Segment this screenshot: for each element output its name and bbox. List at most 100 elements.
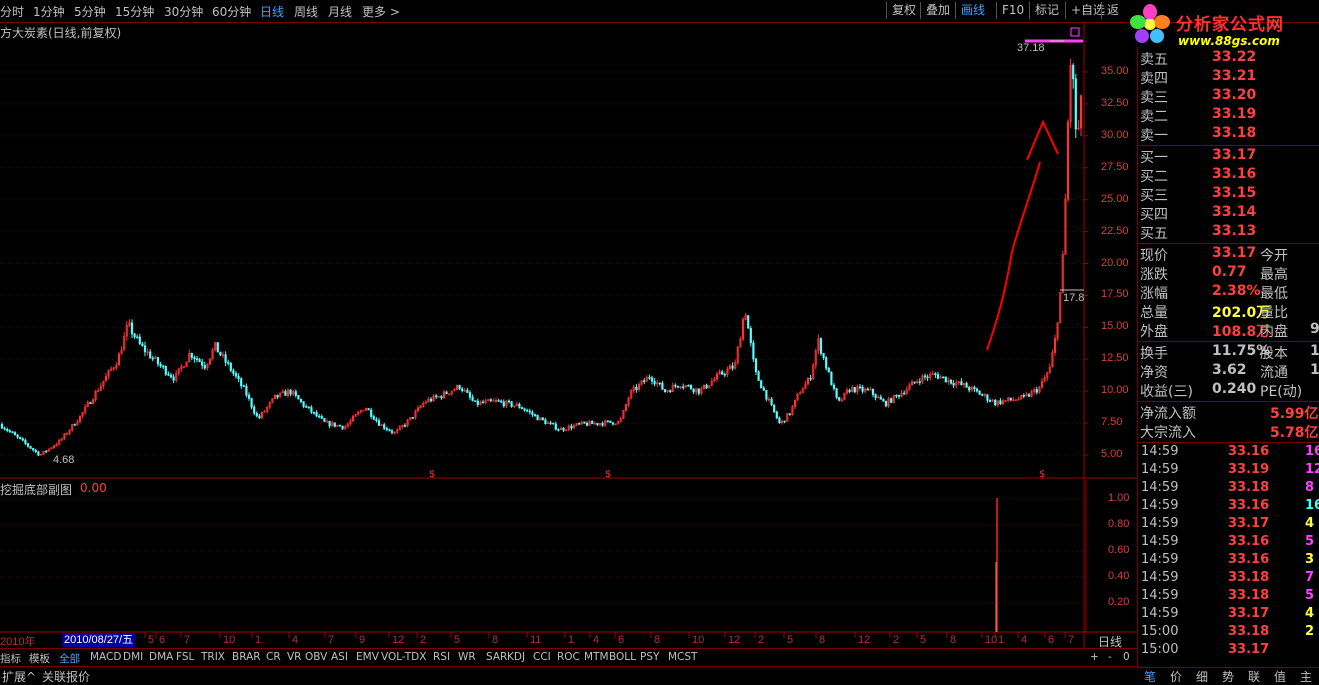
indicator-tab[interactable]: VOL-TDX bbox=[381, 651, 426, 663]
toolbar-button[interactable]: F10 bbox=[996, 2, 1029, 19]
candle bbox=[151, 355, 154, 362]
expand-button[interactable]: 扩展^ bbox=[2, 668, 36, 685]
candle bbox=[507, 399, 511, 404]
indicator-tab[interactable]: ASI bbox=[331, 651, 348, 663]
candle bbox=[754, 357, 758, 376]
tick-time: 14:59 bbox=[1141, 516, 1179, 531]
candle bbox=[861, 385, 864, 394]
toolbar-button[interactable]: 标记 bbox=[1029, 2, 1064, 19]
candle bbox=[89, 401, 92, 404]
indicator-tab[interactable]: OBV bbox=[305, 651, 327, 663]
candle bbox=[1051, 349, 1054, 368]
period-tab[interactable]: 5分钟 bbox=[74, 3, 106, 20]
right-tab[interactable]: 势 bbox=[1222, 668, 1234, 685]
indicator-tab[interactable]: FSL bbox=[176, 651, 194, 663]
month-label: 10 bbox=[223, 634, 236, 646]
candle bbox=[411, 417, 414, 419]
period-tab[interactable]: 15分钟 bbox=[115, 3, 154, 20]
quote-row: 涨幅 2.38% 最低 bbox=[1140, 283, 1319, 302]
candle bbox=[866, 387, 869, 391]
right-tab[interactable]: 细 bbox=[1196, 668, 1208, 685]
quote-label: 最低 bbox=[1260, 286, 1288, 302]
candle bbox=[344, 424, 347, 431]
candle bbox=[663, 389, 667, 393]
candle bbox=[250, 397, 253, 410]
right-tab[interactable]: 价 bbox=[1170, 668, 1182, 685]
indicator-tab[interactable]: KDJ bbox=[507, 651, 525, 663]
kline-chart[interactable]: $ $ $ bbox=[0, 22, 1137, 648]
candle bbox=[1022, 393, 1025, 399]
right-tab[interactable]: 主 bbox=[1300, 668, 1312, 685]
tick-price: 33.17 bbox=[1228, 516, 1270, 531]
candle bbox=[624, 403, 628, 413]
toolbar-button[interactable]: 画线 bbox=[955, 2, 990, 19]
candle bbox=[734, 359, 737, 370]
candle bbox=[136, 334, 139, 339]
indicator-tab[interactable]: TRIX bbox=[201, 651, 225, 663]
period-tab[interactable]: 更多 > bbox=[362, 3, 400, 20]
candle bbox=[877, 394, 880, 399]
quote-value: 33.21 bbox=[1212, 68, 1257, 84]
quote-label: 现价 bbox=[1140, 248, 1168, 264]
candle bbox=[598, 423, 602, 427]
indicator-tab[interactable]: DMI bbox=[123, 651, 143, 663]
candle bbox=[991, 398, 994, 403]
indicator-tab[interactable]: VR bbox=[287, 651, 301, 663]
indicator-tab[interactable]: DMA bbox=[149, 651, 173, 663]
period-tab[interactable]: 日线 bbox=[260, 3, 284, 20]
candle bbox=[700, 386, 703, 396]
period-tab[interactable]: 月线 bbox=[328, 3, 352, 20]
indicator-control-button[interactable]: 0 bbox=[1123, 651, 1130, 663]
candle bbox=[1053, 334, 1057, 356]
right-tab[interactable]: 联 bbox=[1248, 668, 1260, 685]
indicator-tab[interactable]: CCI bbox=[533, 651, 551, 663]
period-tab[interactable]: 60分钟 bbox=[212, 3, 251, 20]
candle bbox=[242, 384, 245, 388]
indicator-tab[interactable]: BOLL bbox=[609, 651, 636, 663]
candle bbox=[37, 451, 40, 457]
indicator-control-button[interactable]: - bbox=[1108, 651, 1112, 663]
indicator-tab[interactable]: 指标 bbox=[0, 651, 21, 666]
candle bbox=[128, 319, 131, 328]
period-tab[interactable]: 分时 bbox=[0, 3, 24, 20]
quote-label: 外盘 bbox=[1140, 324, 1168, 340]
candle bbox=[804, 380, 807, 390]
indicator-tab[interactable]: MTM bbox=[584, 651, 609, 663]
indicator-tab[interactable]: WR bbox=[458, 651, 476, 663]
indicator-tab[interactable]: BRAR bbox=[232, 651, 261, 663]
indicator-tab[interactable]: RSI bbox=[433, 651, 450, 663]
candle bbox=[325, 419, 329, 423]
candle bbox=[1004, 400, 1007, 403]
indicator-tab[interactable]: 模板 bbox=[29, 651, 50, 666]
sub-tick-label: 0.20 bbox=[1108, 596, 1130, 608]
candle bbox=[500, 399, 503, 404]
divider bbox=[1138, 442, 1319, 443]
indicator-tab[interactable]: PSY bbox=[640, 651, 659, 663]
candle bbox=[817, 334, 820, 355]
toolbar-button[interactable]: 叠加 bbox=[920, 2, 955, 19]
period-tab[interactable]: 1分钟 bbox=[33, 3, 65, 20]
candle bbox=[908, 382, 911, 391]
indicator-tab[interactable]: ROC bbox=[557, 651, 580, 663]
candle bbox=[333, 422, 336, 428]
right-tab[interactable]: 值 bbox=[1274, 668, 1286, 685]
toolbar-button[interactable]: 复权 bbox=[886, 2, 921, 19]
indicator-tab[interactable]: MACD bbox=[90, 651, 121, 663]
related-quote-button[interactable]: 关联报价 bbox=[42, 668, 90, 685]
period-tab[interactable]: 周线 bbox=[294, 3, 318, 20]
candle bbox=[177, 368, 180, 377]
quote-row: 收益(三) 0.240 PE(动) bbox=[1140, 381, 1319, 400]
indicator-tab[interactable]: SAR bbox=[486, 651, 507, 663]
tick-row: 14:59 33.16 5 bbox=[1138, 534, 1319, 552]
candle bbox=[78, 415, 82, 424]
tick-price: 33.18 bbox=[1228, 480, 1270, 495]
indicator-control-button[interactable]: + bbox=[1090, 651, 1099, 663]
candle bbox=[154, 355, 157, 360]
indicator-tab[interactable]: CR bbox=[266, 651, 281, 663]
indicator-tab[interactable]: MCST bbox=[668, 651, 697, 663]
indicator-tab[interactable]: 全部 bbox=[59, 651, 80, 666]
indicator-tab[interactable]: EMV bbox=[356, 651, 379, 663]
candle bbox=[838, 397, 841, 402]
right-tab[interactable]: 笔 bbox=[1144, 668, 1156, 685]
period-tab[interactable]: 30分钟 bbox=[164, 3, 203, 20]
